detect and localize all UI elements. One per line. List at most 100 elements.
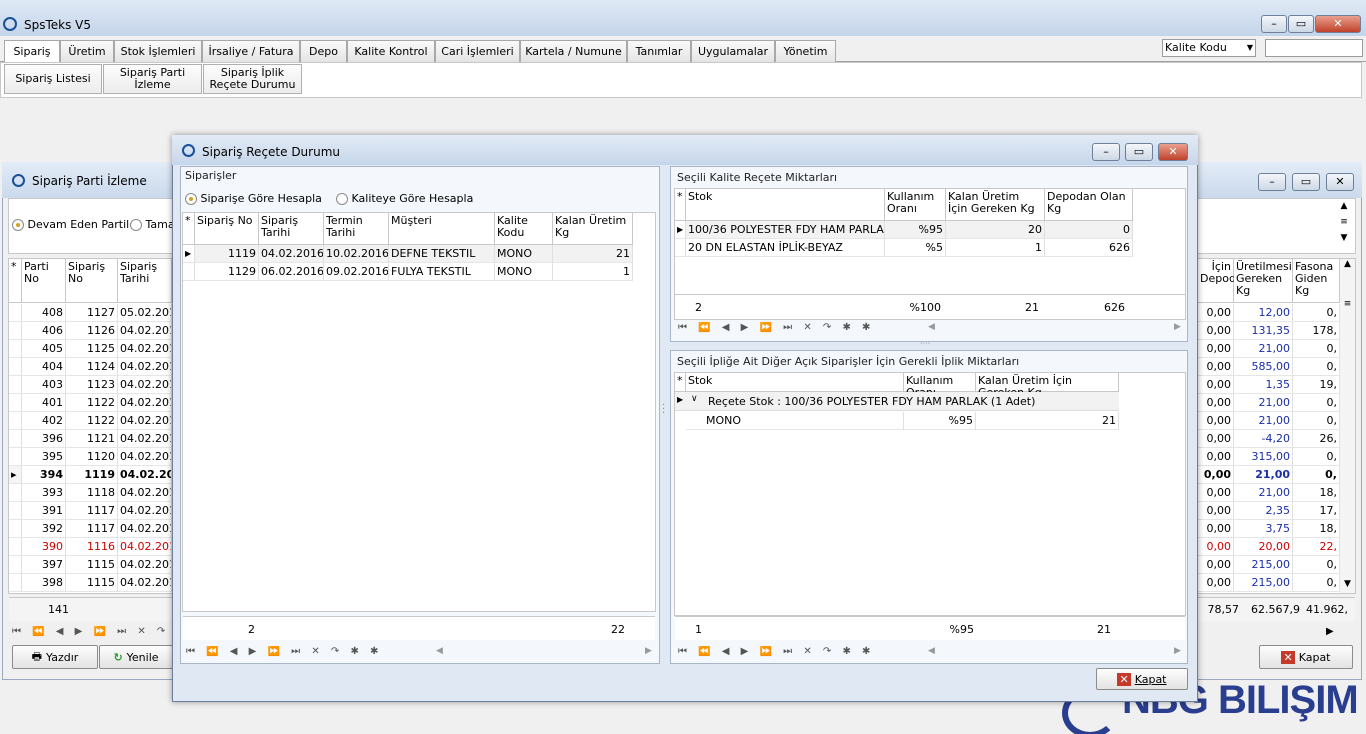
row-indicator[interactable]: ▶ — [183, 245, 195, 263]
table-cell[interactable]: 1,35 — [1234, 376, 1293, 394]
tab-stok-islemleri[interactable]: Stok İşlemleri — [114, 40, 202, 62]
row-indicator[interactable] — [9, 340, 22, 358]
table-cell[interactable]: 0, — [1293, 358, 1340, 376]
table-cell[interactable]: 20 DN ELASTAN İPLİK-BEYAZ — [686, 239, 885, 257]
table-cell[interactable]: 20 — [946, 221, 1045, 239]
tab-yonetim[interactable]: Yönetim — [775, 40, 836, 62]
table-cell[interactable]: 0,00 — [1198, 466, 1234, 484]
table-cell[interactable]: 1118 — [66, 484, 118, 502]
table-cell[interactable]: 1123 — [66, 376, 118, 394]
tab-uygulamalar[interactable]: Uygulamalar — [691, 40, 775, 62]
radio-siparise-gore[interactable]: Siparişe Göre Hesapla — [185, 192, 322, 205]
table-cell[interactable]: 585,00 — [1234, 358, 1293, 376]
tab-siparis[interactable]: Sipariş — [4, 40, 60, 63]
siparis-listesi-button[interactable]: Sipariş Listesi — [4, 64, 102, 94]
recipe-nav-scroll-left[interactable]: ◀ — [928, 322, 935, 332]
recipe-nav-scroll-right[interactable]: ▶ — [1174, 322, 1181, 332]
other-row-kullanim[interactable]: %95 — [904, 412, 976, 430]
table-cell[interactable]: 04.02.201 — [118, 394, 172, 412]
orders-nav-scroll-left[interactable]: ◀ — [436, 646, 443, 656]
table-cell[interactable]: 1116 — [66, 538, 118, 556]
table-cell[interactable]: 1127 — [66, 304, 118, 322]
table-cell[interactable]: 18, — [1293, 484, 1340, 502]
table-cell[interactable]: 0,00 — [1198, 304, 1234, 322]
col-stok[interactable]: Stok — [686, 189, 885, 221]
bg-close-button[interactable]: ✕ — [1326, 173, 1354, 191]
table-cell[interactable]: 04.02.201 — [118, 376, 172, 394]
table-cell[interactable]: 06.02.2016 — [259, 263, 324, 281]
row-indicator[interactable] — [9, 430, 22, 448]
table-cell[interactable]: 396 — [22, 430, 66, 448]
table-cell[interactable]: 21 — [553, 245, 633, 263]
table-cell[interactable]: 0,00 — [1198, 376, 1234, 394]
table-cell[interactable]: 04.02.201 — [118, 484, 172, 502]
table-cell[interactable]: 0,00 — [1198, 412, 1234, 430]
table-cell[interactable]: 397 — [22, 556, 66, 574]
tab-depo[interactable]: Depo — [300, 40, 347, 62]
print-button[interactable]: 🖶 Yazdır — [12, 645, 98, 669]
table-cell[interactable]: 0,00 — [1198, 394, 1234, 412]
table-cell[interactable]: 04.02.201 — [118, 466, 172, 484]
other-row-stok[interactable]: MONO — [686, 412, 904, 430]
table-cell[interactable]: MONO — [495, 245, 553, 263]
table-cell[interactable]: 04.02.201 — [118, 322, 172, 340]
orders-navigator[interactable]: ⏮ ⏪ ◀ ▶ ⏩ ⏭ ✕ ↷ ✱ ✱ ⊽ — [186, 646, 386, 662]
bg-maximize-button[interactable]: ▭ — [1292, 173, 1320, 191]
col-parti-no[interactable]: Parti No — [22, 259, 66, 303]
table-cell[interactable]: 1125 — [66, 340, 118, 358]
table-cell[interactable]: 1122 — [66, 412, 118, 430]
table-cell[interactable]: 04.02.201 — [118, 538, 172, 556]
row-indicator[interactable] — [9, 538, 22, 556]
bg-grid-scrollbar[interactable]: ▲ ≡ ▼ — [1340, 259, 1355, 593]
table-cell[interactable]: 04.02.201 — [118, 448, 172, 466]
table-cell[interactable]: 2,35 — [1234, 502, 1293, 520]
bg-grid-navigator[interactable]: ⏮ ⏪ ◀ ▶ ⏩ ⏭ ✕ ↷ ✱ ✱ ⊽ — [12, 626, 172, 642]
maximize-button[interactable]: ▭ — [1288, 15, 1314, 33]
table-cell[interactable]: 04.02.201 — [118, 358, 172, 376]
row-indicator[interactable] — [9, 358, 22, 376]
row-indicator[interactable] — [9, 556, 22, 574]
table-cell[interactable]: 402 — [22, 412, 66, 430]
tab-irsaliye-fatura[interactable]: İrsaliye / Fatura — [202, 40, 300, 62]
table-cell[interactable]: 405 — [22, 340, 66, 358]
table-cell[interactable]: 406 — [22, 322, 66, 340]
table-cell[interactable]: 1121 — [66, 430, 118, 448]
table-cell[interactable]: 0, — [1293, 412, 1340, 430]
chevron-down-icon[interactable]: ∨ — [691, 394, 698, 404]
table-cell[interactable]: 395 — [22, 448, 66, 466]
table-cell[interactable]: 391 — [22, 502, 66, 520]
table-cell[interactable]: 1124 — [66, 358, 118, 376]
table-cell[interactable]: 408 — [22, 304, 66, 322]
table-cell[interactable]: 1 — [553, 263, 633, 281]
table-cell[interactable]: 04.02.201 — [118, 340, 172, 358]
table-cell[interactable]: 21,00 — [1234, 484, 1293, 502]
table-cell[interactable]: 1117 — [66, 502, 118, 520]
table-cell[interactable]: 05.02.201 — [118, 304, 172, 322]
table-cell[interactable]: 22, — [1293, 538, 1340, 556]
tab-tanimlar[interactable]: Tanımlar — [627, 40, 691, 62]
table-cell[interactable]: 131,35 — [1234, 322, 1293, 340]
siparis-iplik-recete-button[interactable]: Sipariş İplik Reçete Durumu — [203, 64, 302, 94]
row-indicator[interactable] — [9, 574, 22, 592]
row-indicator[interactable] — [675, 239, 686, 257]
table-cell[interactable]: 0,00 — [1198, 538, 1234, 556]
table-cell[interactable]: 1 — [946, 239, 1045, 257]
row-indicator[interactable]: ▸ — [9, 466, 22, 484]
dialog-maximize-button[interactable]: ▭ — [1125, 143, 1153, 161]
col-fasona-giden[interactable]: Fasona Giden Kg — [1293, 259, 1340, 303]
bg-kapat-button[interactable]: ✕ Kapat — [1259, 645, 1353, 669]
col-kalan-gereken-kg[interactable]: Kalan Üretim İçin Gereken Kg — [946, 189, 1045, 221]
table-cell[interactable]: 04.02.201 — [118, 430, 172, 448]
table-cell[interactable]: 390 — [22, 538, 66, 556]
row-indicator[interactable] — [9, 304, 22, 322]
row-indicator[interactable]: ▶ — [675, 221, 686, 239]
table-cell[interactable]: 0, — [1293, 574, 1340, 592]
col-order-date[interactable]: Sipariş Tarihi — [259, 213, 324, 245]
radio-tamamlanan[interactable]: Tama — [130, 218, 175, 231]
table-cell[interactable]: 0,00 — [1198, 430, 1234, 448]
table-cell[interactable]: 21,00 — [1234, 394, 1293, 412]
row-indicator[interactable] — [9, 376, 22, 394]
table-cell[interactable]: 0,00 — [1198, 520, 1234, 538]
table-cell[interactable]: 1115 — [66, 556, 118, 574]
table-cell[interactable]: 0, — [1293, 394, 1340, 412]
